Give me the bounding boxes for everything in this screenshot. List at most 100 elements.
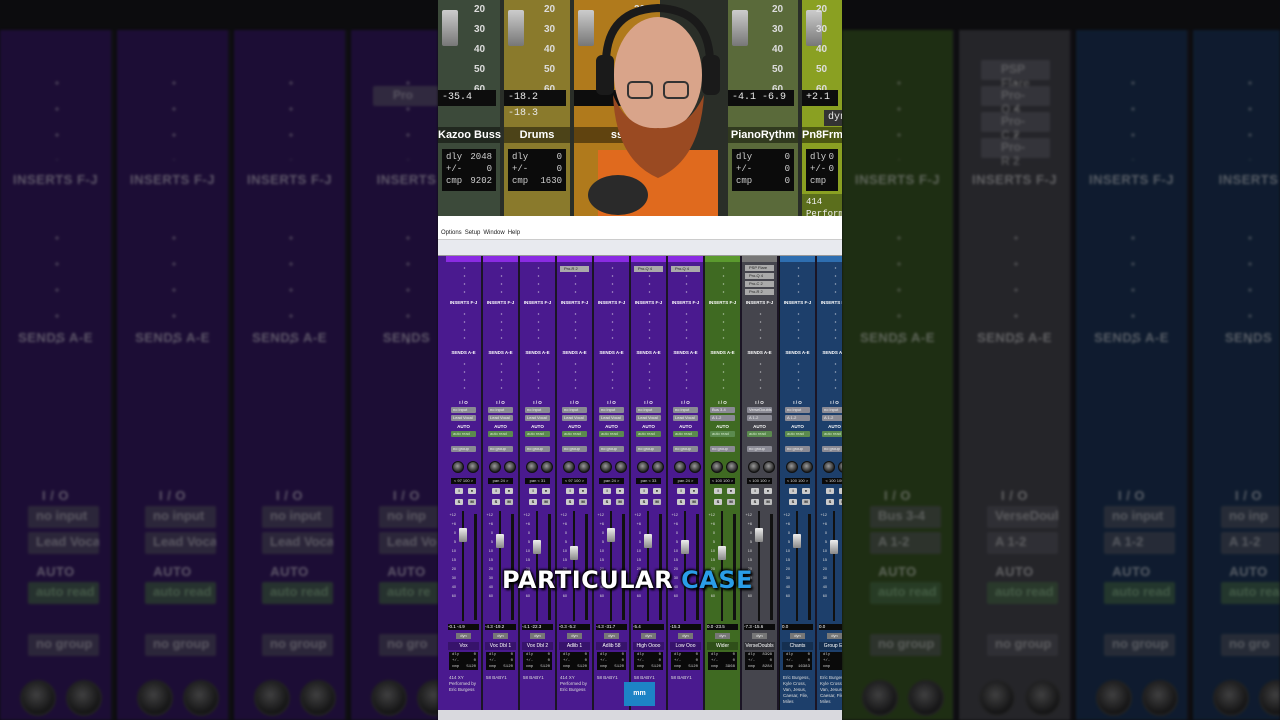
pan-knob-right[interactable] (578, 461, 590, 473)
group-selector[interactable]: no group (599, 446, 624, 452)
channel-button-i[interactable]: I (751, 488, 759, 494)
channel-button-mute[interactable]: M (764, 499, 772, 505)
group-selector[interactable]: no group (636, 446, 661, 452)
input-selector[interactable]: no input (599, 407, 624, 413)
channel-button-mute[interactable]: M (616, 499, 624, 505)
output-selector[interactable]: Lead Vocal (525, 415, 550, 421)
channel-button-s[interactable]: S (492, 499, 500, 505)
output-selector[interactable]: Lead Vocal (636, 415, 661, 421)
pan-knob-left[interactable] (711, 461, 723, 473)
group-selector[interactable]: no group (562, 446, 587, 452)
track-name[interactable]: Adlib 1 (559, 642, 590, 650)
pan-knob-left[interactable] (563, 461, 575, 473)
input-selector[interactable]: no input (785, 407, 810, 413)
channel-button-s[interactable]: S (789, 499, 797, 505)
input-selector[interactable]: VerseDoubls (747, 407, 772, 413)
group-selector[interactable]: no group (673, 446, 698, 452)
channel-button-s[interactable]: S (455, 499, 463, 505)
channel-button-i[interactable]: I (714, 488, 722, 494)
channel-button-rec[interactable]: ● (690, 488, 698, 494)
channel-button-rec[interactable]: ● (505, 488, 513, 494)
channel-button-s[interactable]: S (566, 499, 574, 505)
input-selector[interactable]: no input (636, 407, 661, 413)
automation-mode-selector[interactable]: auto read (525, 431, 550, 437)
channel-button-rec[interactable]: ● (542, 488, 550, 494)
input-selector[interactable]: no input (488, 407, 513, 413)
pan-knob-right[interactable] (801, 461, 813, 473)
pan-knob-left[interactable] (489, 461, 501, 473)
pan-knob-left[interactable] (786, 461, 798, 473)
output-selector[interactable]: Lead Vocal (451, 415, 476, 421)
channel-button-i[interactable]: I (566, 488, 574, 494)
automation-mode-selector[interactable]: auto read (451, 431, 476, 437)
track-name[interactable]: Vox (448, 642, 479, 650)
volume-fader-cap[interactable] (793, 534, 801, 548)
group-selector[interactable]: no group (785, 446, 810, 452)
volume-fader-cap[interactable] (830, 540, 838, 554)
volume-fader-cap[interactable] (496, 534, 504, 548)
channel-button-rec[interactable]: ● (802, 488, 810, 494)
input-selector[interactable]: no input (562, 407, 587, 413)
track-name[interactable]: Adlib 58 (596, 642, 627, 650)
insert-plugin-slot[interactable]: Pro-Q 4 (745, 273, 774, 279)
output-selector[interactable]: A 1-2 (785, 415, 810, 421)
volume-fader-cap[interactable] (718, 546, 726, 560)
output-selector[interactable]: Lead Vocal (488, 415, 513, 421)
group-selector[interactable]: no group (822, 446, 842, 452)
pan-knob-right[interactable] (763, 461, 775, 473)
insert-plugin-slot[interactable]: PSP Flare (745, 265, 774, 271)
menu-item-window[interactable]: Window (483, 230, 504, 236)
group-selector[interactable]: no group (525, 446, 550, 452)
channel-button-s[interactable]: S (751, 499, 759, 505)
channel-button-mute[interactable]: M (839, 499, 842, 505)
pan-knob-left[interactable] (600, 461, 612, 473)
channel-button-mute[interactable]: M (690, 499, 698, 505)
insert-plugin-slot[interactable]: Pro-R 2 (560, 266, 589, 272)
automation-mode-selector[interactable]: auto read (488, 431, 513, 437)
pan-knob-right[interactable] (504, 461, 516, 473)
volume-fader-cap[interactable] (570, 546, 578, 560)
volume-fader-cap[interactable] (459, 528, 467, 542)
track-name[interactable]: Chants (782, 642, 813, 650)
channel-button-mute[interactable]: M (802, 499, 810, 505)
volume-fader-cap[interactable] (681, 540, 689, 554)
output-selector[interactable]: Lead Vocal (562, 415, 587, 421)
automation-mode-selector[interactable]: auto read (599, 431, 624, 437)
channel-button-rec[interactable]: ● (468, 488, 476, 494)
insert-plugin-slot[interactable]: Pro-Q 4 (671, 266, 700, 272)
channel-button-mute[interactable]: M (542, 499, 550, 505)
channel-button-i[interactable]: I (529, 488, 537, 494)
channel-button-rec[interactable]: ● (764, 488, 772, 494)
pan-knob-left[interactable] (452, 461, 464, 473)
channel-button-mute[interactable]: M (653, 499, 661, 505)
track-name[interactable]: Vox Dbl 2 (522, 642, 553, 650)
channel-button-i[interactable]: I (826, 488, 834, 494)
channel-button-mute[interactable]: M (579, 499, 587, 505)
group-selector[interactable]: no group (710, 446, 735, 452)
pan-knob-left[interactable] (674, 461, 686, 473)
output-selector[interactable]: A 1-2 (822, 415, 842, 421)
pan-knob-left[interactable] (748, 461, 760, 473)
track-name[interactable]: Group Ee (819, 642, 842, 650)
insert-plugin-slot[interactable]: Pro-C 2 (745, 281, 774, 287)
output-selector[interactable]: A 1-2 (710, 415, 735, 421)
output-selector[interactable]: A 1-2 (747, 415, 772, 421)
menu-item-help[interactable]: Help (508, 230, 520, 236)
pan-knob-left[interactable] (823, 461, 835, 473)
channel-button-i[interactable]: I (677, 488, 685, 494)
volume-fader-cap[interactable] (607, 528, 615, 542)
group-selector[interactable]: no group (451, 446, 476, 452)
channel-button-mute[interactable]: M (727, 499, 735, 505)
input-selector[interactable]: no input (525, 407, 550, 413)
pan-knob-right[interactable] (541, 461, 553, 473)
automation-mode-selector[interactable]: auto read (636, 431, 661, 437)
track-name[interactable]: High Oooo (633, 642, 664, 650)
channel-button-s[interactable]: S (603, 499, 611, 505)
automation-mode-selector[interactable]: auto read (747, 431, 772, 437)
track-name[interactable]: Wider (707, 642, 738, 650)
channel-button-rec[interactable]: ● (839, 488, 842, 494)
group-selector[interactable]: no group (488, 446, 513, 452)
channel-button-rec[interactable]: ● (653, 488, 661, 494)
pan-knob-left[interactable] (526, 461, 538, 473)
group-selector[interactable]: no group (747, 446, 772, 452)
